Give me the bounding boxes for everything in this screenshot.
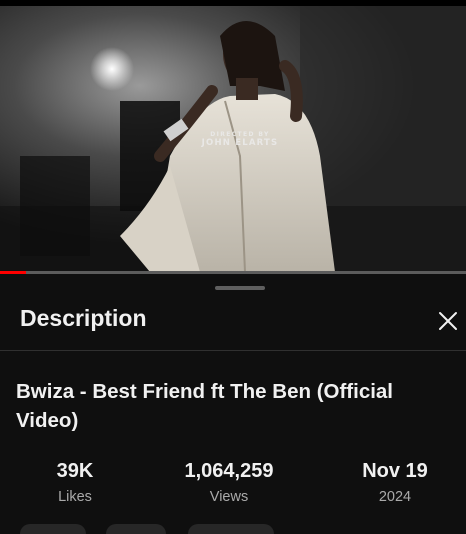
close-icon bbox=[439, 312, 457, 330]
likes-count: 39K bbox=[56, 460, 94, 482]
credit-line-2: JOHN ELARTS bbox=[201, 137, 279, 148]
close-button[interactable] bbox=[434, 307, 462, 335]
video-player[interactable]: DIRECTED BY JOHN ELARTS bbox=[0, 6, 466, 272]
header-divider bbox=[0, 350, 466, 351]
views-label: Views bbox=[209, 489, 249, 505]
panel-title: Description bbox=[20, 305, 147, 331]
director-credit: DIRECTED BY JOHN ELARTS bbox=[188, 131, 292, 148]
video-progress-fill bbox=[0, 271, 26, 274]
video-title: Bwiza - Best Friend ft The Ben (Official… bbox=[16, 380, 394, 432]
video-progress-bar[interactable] bbox=[0, 271, 466, 274]
hashtag-chip[interactable] bbox=[20, 524, 86, 534]
views-stat: 1,064,259 Views bbox=[164, 458, 294, 507]
description-panel: Description Bwiza - Best Friend ft The B… bbox=[0, 276, 466, 534]
upload-year: 2024 bbox=[378, 489, 412, 505]
hashtag-chip[interactable] bbox=[106, 524, 166, 534]
hashtag-chip[interactable] bbox=[188, 524, 274, 534]
likes-stat: 39K Likes bbox=[40, 458, 110, 507]
drag-handle[interactable] bbox=[215, 286, 265, 290]
likes-label: Likes bbox=[58, 489, 92, 505]
upload-date-stat: Nov 19 2024 bbox=[350, 458, 440, 507]
upload-date: Nov 19 bbox=[362, 460, 428, 482]
views-count: 1,064,259 bbox=[184, 460, 274, 482]
